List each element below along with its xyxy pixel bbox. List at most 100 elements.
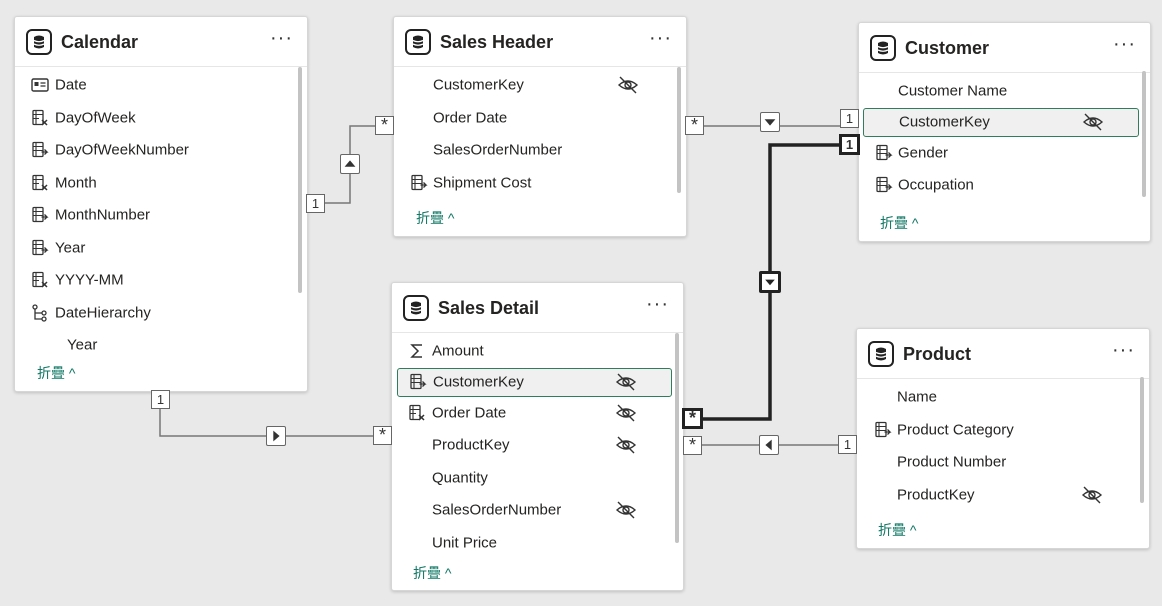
field-row[interactable]: Product Number	[857, 446, 1149, 479]
crossfilter-direction-right[interactable]	[266, 426, 286, 446]
table-header[interactable]: Customer ···	[859, 23, 1150, 73]
table-header[interactable]: Product ···	[857, 329, 1149, 379]
field-row[interactable]: Unit Price	[392, 527, 683, 560]
field-row[interactable]: Order Date	[394, 102, 686, 135]
table-header[interactable]: Sales Header ···	[394, 17, 686, 67]
field-row[interactable]: SalesOrderNumber	[392, 494, 683, 527]
collapse-button[interactable]: 折疊 ^	[37, 363, 75, 383]
field-label: MonthNumber	[55, 206, 151, 224]
more-options-button[interactable]: ···	[1113, 33, 1136, 56]
calculated-column-icon	[31, 174, 49, 192]
cardinality-one-marker[interactable]: 1	[306, 194, 325, 213]
field-label: Product Number	[897, 453, 1007, 471]
table-icon	[403, 295, 429, 321]
field-row[interactable]: DateHierarchy	[15, 297, 307, 330]
cardinality-many-marker[interactable]: *	[682, 408, 703, 429]
hidden-eye-icon[interactable]	[615, 372, 637, 392]
table-card-sales-header[interactable]: Sales Header ··· CustomerKey Order Date …	[393, 16, 687, 237]
crossfilter-direction-down[interactable]	[760, 112, 780, 132]
table-icon	[868, 341, 894, 367]
scrollbar[interactable]	[298, 67, 302, 293]
hidden-eye-icon[interactable]	[1081, 485, 1103, 505]
crossfilter-direction-up[interactable]	[340, 154, 360, 174]
field-row[interactable]: MonthNumber	[15, 199, 307, 232]
calculated-column-icon	[31, 271, 49, 289]
field-label: Product Category	[897, 421, 1014, 439]
column-icon	[875, 144, 893, 162]
field-label: Quantity	[432, 469, 488, 487]
field-row[interactable]: Occupation	[859, 169, 1150, 202]
cardinality-many-marker[interactable]: *	[375, 115, 394, 135]
collapse-button[interactable]: 折疊 ^	[416, 208, 454, 228]
field-row-selected[interactable]: CustomerKey	[863, 107, 1139, 137]
calculated-column-icon	[31, 109, 49, 127]
more-options-button[interactable]: ···	[270, 27, 293, 50]
collapse-button[interactable]: 折疊 ^	[880, 213, 918, 233]
field-row[interactable]: Date	[15, 69, 307, 102]
more-options-button[interactable]: ···	[1112, 339, 1135, 362]
field-label: Occupation	[898, 176, 974, 194]
more-options-button[interactable]: ···	[649, 27, 672, 50]
field-row[interactable]: YYYY-MM	[15, 264, 307, 297]
field-row[interactable]: Order Date	[392, 397, 683, 430]
scrollbar[interactable]	[1140, 377, 1144, 503]
scrollbar[interactable]	[677, 67, 681, 193]
crossfilter-direction-down[interactable]	[759, 271, 781, 293]
field-label: Name	[897, 388, 938, 406]
cardinality-many-marker[interactable]: *	[373, 425, 392, 445]
field-row[interactable]: Shipment Cost	[394, 167, 686, 200]
table-card-customer[interactable]: Customer ··· Customer Name CustomerKey G…	[858, 22, 1151, 242]
cardinality-one-marker[interactable]: 1	[839, 134, 860, 155]
field-row[interactable]: Amount	[392, 335, 683, 368]
field-label: CustomerKey	[899, 113, 990, 131]
table-header[interactable]: Calendar ···	[15, 17, 307, 67]
hidden-eye-icon[interactable]	[1082, 112, 1104, 132]
field-row[interactable]: DayOfWeek	[15, 102, 307, 135]
field-row[interactable]: SalesOrderNumber	[394, 134, 686, 167]
cardinality-one-marker[interactable]: 1	[151, 390, 170, 409]
field-row[interactable]: ProductKey	[392, 429, 683, 462]
field-row[interactable]: Month	[15, 167, 307, 200]
field-row[interactable]: Name	[857, 381, 1149, 414]
field-row[interactable]: Quantity	[392, 462, 683, 495]
table-header[interactable]: Sales Detail ···	[392, 283, 683, 333]
field-row-selected[interactable]: CustomerKey	[397, 367, 672, 397]
collapse-button[interactable]: 折疊 ^	[413, 563, 451, 583]
scrollbar[interactable]	[675, 333, 679, 543]
field-row[interactable]: CustomerKey	[394, 69, 686, 102]
table-title: Product	[903, 344, 972, 364]
field-row[interactable]: DayOfWeekNumber	[15, 134, 307, 167]
field-row[interactable]: Gender	[859, 137, 1150, 170]
field-list: Amount CustomerKey Order Date ProductKey…	[392, 333, 683, 559]
table-title: Calendar	[61, 32, 139, 52]
collapse-button[interactable]: 折疊 ^	[878, 520, 916, 540]
hidden-eye-icon[interactable]	[615, 403, 637, 423]
column-icon	[410, 174, 428, 192]
column-icon	[874, 421, 892, 439]
crossfilter-direction-left[interactable]	[759, 435, 779, 455]
hierarchy-icon	[31, 304, 49, 322]
field-label: DayOfWeek	[55, 109, 136, 127]
more-options-button[interactable]: ···	[646, 293, 669, 316]
hidden-eye-icon[interactable]	[615, 435, 637, 455]
table-card-product[interactable]: Product ··· Name Product Category Produc…	[856, 328, 1150, 549]
table-card-sales-detail[interactable]: Sales Detail ··· Amount CustomerKey Orde…	[391, 282, 684, 591]
field-label: ProductKey	[897, 486, 975, 504]
cardinality-one-marker[interactable]: 1	[838, 435, 857, 454]
field-row[interactable]: Product Category	[857, 414, 1149, 447]
cardinality-many-marker[interactable]: *	[683, 435, 702, 455]
table-icon	[26, 29, 52, 55]
cardinality-many-marker[interactable]: *	[685, 115, 704, 135]
field-row[interactable]: Customer Name	[859, 75, 1150, 108]
field-row[interactable]: ProductKey	[857, 479, 1149, 512]
column-icon	[409, 373, 427, 391]
hidden-eye-icon[interactable]	[617, 75, 639, 95]
table-card-calendar[interactable]: Calendar ··· Date DayOfWeek DayOfWeekNum…	[14, 16, 308, 392]
field-label: Order Date	[433, 109, 508, 127]
scrollbar[interactable]	[1142, 71, 1146, 197]
field-list: CustomerKey Order Date SalesOrderNumber …	[394, 67, 686, 199]
field-row[interactable]: Year	[15, 329, 307, 362]
hidden-eye-icon[interactable]	[615, 500, 637, 520]
cardinality-one-marker[interactable]: 1	[840, 109, 859, 128]
field-row[interactable]: Year	[15, 232, 307, 265]
